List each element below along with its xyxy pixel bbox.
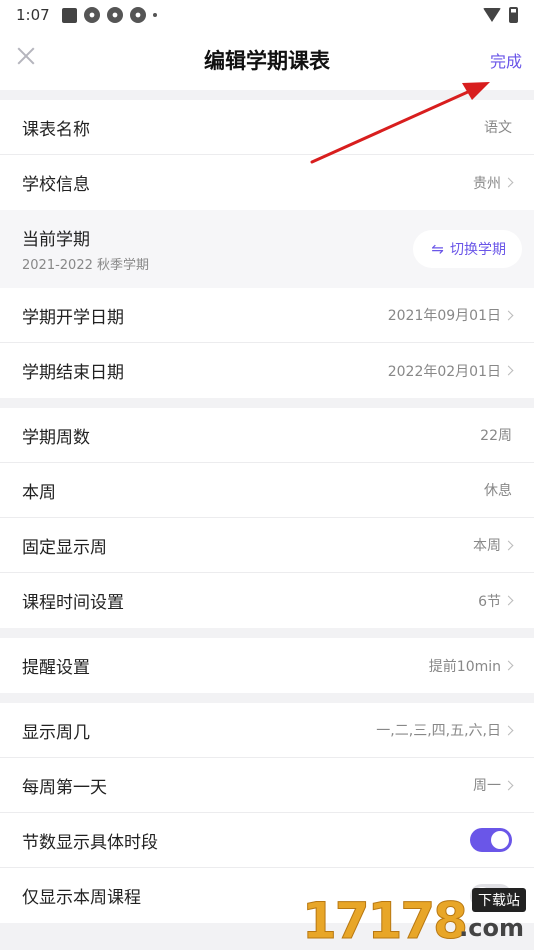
row-term-weeks[interactable]: 学期周数 22周 xyxy=(0,408,534,463)
row-schedule-name[interactable]: 课表名称 语文 xyxy=(0,100,534,155)
notification-icons xyxy=(61,7,157,23)
status-bar: 1:07 xyxy=(0,0,534,30)
row-reminder-settings[interactable]: 提醒设置 提前10min xyxy=(0,638,534,693)
row-week-first-day[interactable]: 每周第一天 周一 xyxy=(0,758,534,813)
current-term-label: 当前学期 xyxy=(22,230,90,250)
row-label: 显示周几 xyxy=(22,722,90,743)
chevron-right-icon xyxy=(503,365,514,376)
chevron-right-icon xyxy=(503,177,514,188)
switch-term-button[interactable]: ⇋ 切换学期 xyxy=(413,230,522,268)
row-label: 固定显示周 xyxy=(22,537,107,558)
more-notifications-icon xyxy=(152,13,157,17)
current-term-value: 2021-2022 秋季学期 xyxy=(22,258,149,273)
watermark-number: 17178 xyxy=(302,892,469,950)
chevron-right-icon xyxy=(503,310,514,320)
row-label: 提醒设置 xyxy=(22,658,90,678)
chevron-right-icon xyxy=(503,595,514,606)
row-value: 提前10min xyxy=(429,656,514,676)
chevron-right-icon xyxy=(503,540,514,550)
row-label: 学期结束日期 xyxy=(22,363,124,383)
row-label: 学期开学日期 xyxy=(22,307,124,328)
row-value: 22周 xyxy=(480,428,512,444)
status-time: 1:07 xyxy=(16,6,50,24)
show-period-times-toggle[interactable] xyxy=(470,828,512,852)
switch-term-label: 切换学期 xyxy=(450,242,506,258)
row-label: 学期周数 xyxy=(22,427,90,448)
chevron-right-icon xyxy=(503,725,514,735)
row-value: 2021年09月01日 xyxy=(388,305,514,325)
row-label: 每周第一天 xyxy=(22,777,107,798)
row-class-time-settings[interactable]: 课程时间设置 6节 xyxy=(0,573,534,628)
watermark-com: .com xyxy=(459,914,524,942)
row-label: 仅显示本周课程 xyxy=(22,888,141,908)
chevron-right-icon xyxy=(503,780,514,790)
row-label: 课表名称 xyxy=(22,119,90,140)
row-display-weekdays[interactable]: 显示周几 一,二,三,四,五,六,日 xyxy=(0,703,534,758)
app-notification-icon xyxy=(106,7,123,23)
row-value: 贵州 xyxy=(473,173,514,193)
row-label: 节数显示具体时段 xyxy=(22,832,158,853)
row-label: 学校信息 xyxy=(22,175,90,195)
chevron-right-icon xyxy=(503,660,514,671)
watermark-logo: 17178 下载站 .com xyxy=(302,886,526,950)
row-value: 休息 xyxy=(484,483,512,499)
header: 编辑学期课表 完成 xyxy=(0,30,534,90)
row-school-info[interactable]: 学校信息 贵州 xyxy=(0,155,534,210)
switch-arrows-icon: ⇋ xyxy=(431,240,444,258)
row-term-end-date[interactable]: 学期结束日期 2022年02月01日 xyxy=(0,343,534,398)
watermark-tag: 下载站 xyxy=(472,888,526,912)
row-value: 6节 xyxy=(478,591,514,611)
row-label: 本周 xyxy=(22,482,56,503)
wifi-icon xyxy=(483,8,501,22)
done-button[interactable]: 完成 xyxy=(490,48,522,72)
row-value: 本周 xyxy=(473,535,514,555)
row-this-week[interactable]: 本周 休息 xyxy=(0,463,534,518)
app-notification-icon xyxy=(83,7,100,23)
settings-list: 课表名称 语文 学校信息 贵州 当前学期 2021-2022 秋季学期 ⇋ 切换… xyxy=(0,100,534,923)
app-notification-icon xyxy=(129,7,146,23)
row-value: 一,二,三,四,五,六,日 xyxy=(376,720,514,740)
row-label: 课程时间设置 xyxy=(22,593,124,613)
row-term-start-date[interactable]: 学期开学日期 2021年09月01日 xyxy=(0,288,534,343)
current-term-row: 当前学期 2021-2022 秋季学期 ⇋ 切换学期 xyxy=(0,210,534,288)
close-icon[interactable] xyxy=(14,44,38,68)
battery-icon xyxy=(509,7,518,23)
app-notification-icon xyxy=(61,7,77,23)
page-title: 编辑学期课表 xyxy=(204,49,330,73)
row-value: 周一 xyxy=(473,775,514,795)
row-fixed-week[interactable]: 固定显示周 本周 xyxy=(0,518,534,573)
row-value: 2022年02月01日 xyxy=(388,361,514,381)
row-value: 语文 xyxy=(484,120,512,136)
row-show-period-times: 节数显示具体时段 xyxy=(0,813,534,868)
